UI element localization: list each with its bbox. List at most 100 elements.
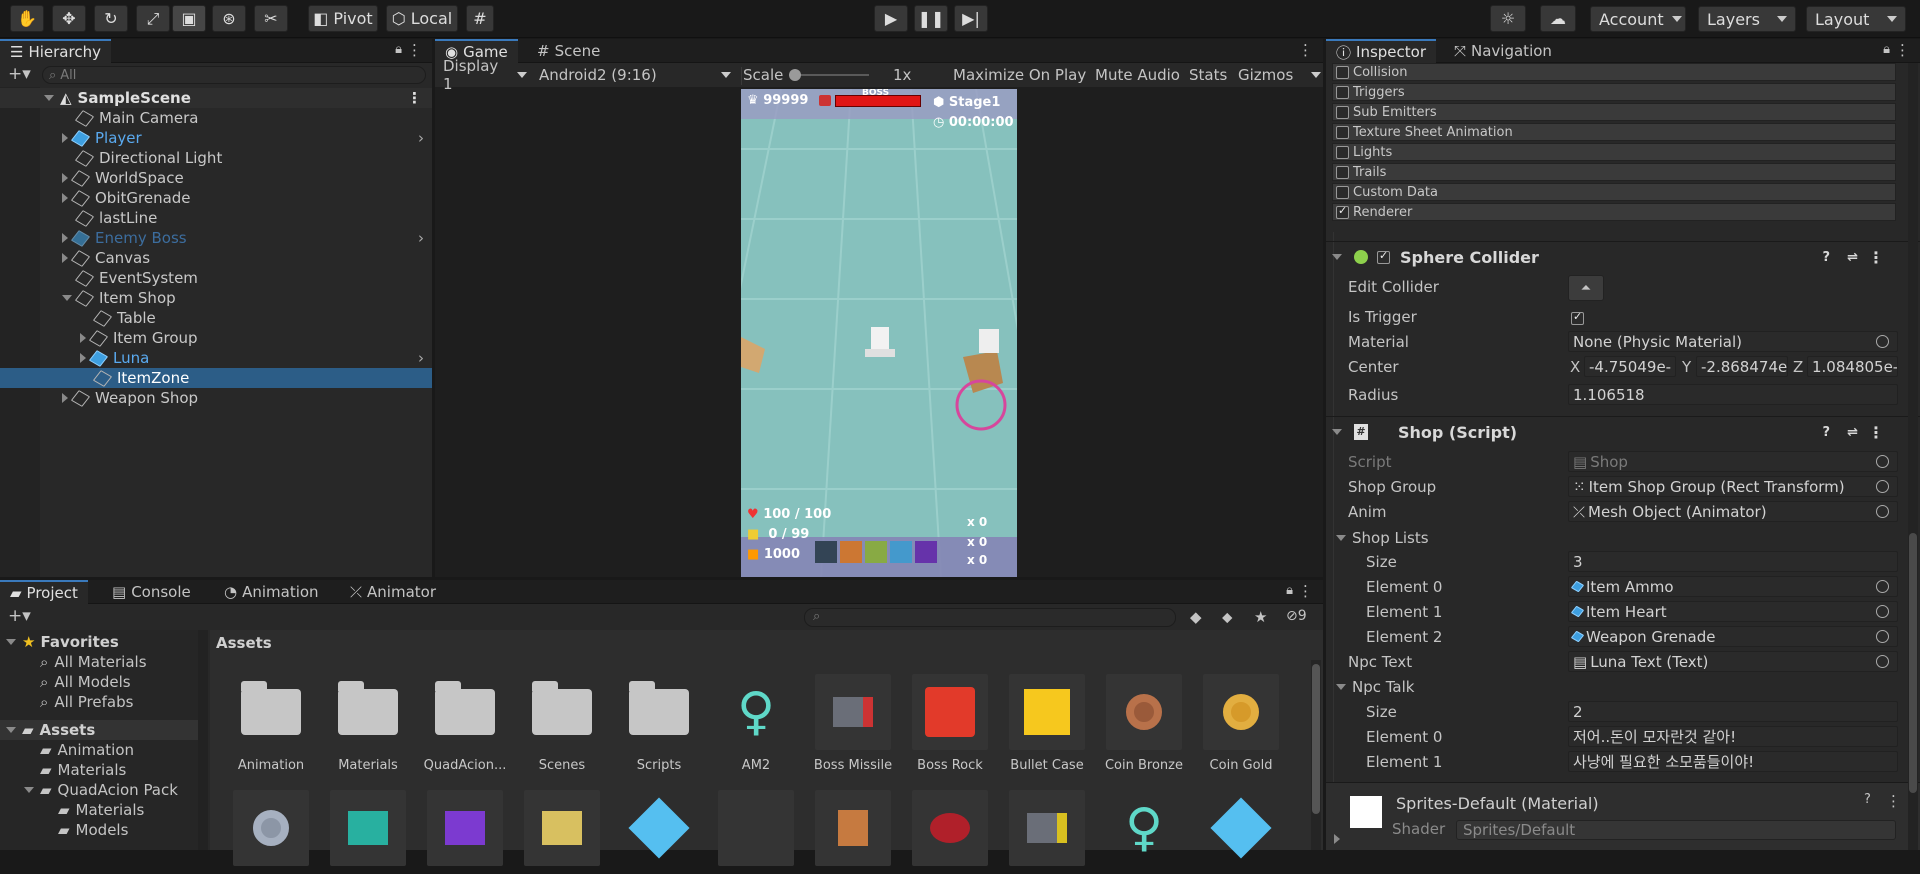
tab-animator[interactable]: ⤫ Animator: [340, 580, 446, 604]
rotate-tool-icon[interactable]: ↻: [94, 5, 128, 32]
pause-button[interactable]: ❚❚: [914, 5, 948, 32]
kebab-menu-icon[interactable]: ⋮: [407, 89, 422, 107]
expand-arrow-icon[interactable]: [1336, 535, 1346, 541]
kebab-menu-icon[interactable]: ⋮: [1886, 792, 1901, 810]
filter-by-type-icon[interactable]: ◆: [1190, 608, 1202, 626]
expand-arrow-icon[interactable]: [6, 639, 16, 645]
module-checkbox[interactable]: [1336, 85, 1349, 99]
hierarchy-item-enemy-boss[interactable]: Enemy Boss ›: [0, 228, 432, 248]
favorite-star-icon[interactable]: ★: [1254, 608, 1267, 626]
sphere-collider-header[interactable]: Sphere Collider ? ⇌ ⋮: [1322, 242, 1900, 272]
expand-arrow-icon[interactable]: [80, 333, 86, 343]
kebab-menu-icon[interactable]: ⋮: [407, 41, 422, 59]
kebab-menu-icon[interactable]: ⋮: [1895, 41, 1910, 59]
module-checkbox[interactable]: [1336, 65, 1349, 79]
hierarchy-item-player[interactable]: Player ›: [0, 128, 432, 148]
scale-slider-track[interactable]: [789, 74, 869, 76]
expand-arrow-icon[interactable]: [62, 193, 68, 203]
talk-element-1-field[interactable]: 사냥에 필요한 소모품들이야!: [1568, 751, 1898, 772]
gizmos-toggle[interactable]: Gizmos: [1238, 66, 1293, 84]
shop-script-header[interactable]: # Shop (Script) ? ⇌ ⋮: [1322, 417, 1900, 447]
weapon-slot[interactable]: [865, 541, 887, 563]
hierarchy-item-worldspace[interactable]: WorldSpace: [0, 168, 432, 188]
help-icon[interactable]: ?: [1822, 425, 1830, 440]
talk-element-0-field[interactable]: 저어..돈이 모자란것 같아!: [1568, 726, 1898, 747]
anim-field[interactable]: ⤫ Mesh Object (Animator): [1568, 501, 1898, 522]
expand-arrow-icon[interactable]: [62, 393, 68, 403]
hierarchy-item-directional-light[interactable]: Directional Light: [0, 148, 432, 168]
move-tool-icon[interactable]: ✥: [52, 5, 86, 32]
aspect-dropdown[interactable]: Android2 (9:16): [535, 64, 735, 85]
play-button[interactable]: ▶: [874, 5, 908, 32]
pivot-button[interactable]: ◧ Pivot: [308, 5, 378, 32]
fav-all-models[interactable]: ⌕ All Models: [40, 672, 131, 692]
chevron-right-icon[interactable]: ›: [418, 349, 424, 367]
preset-icon[interactable]: ⇌: [1847, 250, 1858, 265]
expand-arrow-icon[interactable]: [1332, 254, 1342, 260]
radius-field[interactable]: 1.106518: [1568, 384, 1898, 405]
stats-toggle[interactable]: Stats: [1189, 66, 1227, 84]
maximize-on-play-toggle[interactable]: Maximize On Play: [953, 66, 1086, 84]
object-picker-icon[interactable]: [1876, 505, 1889, 518]
module-checkbox[interactable]: [1336, 105, 1349, 119]
tree-folder-quadacion[interactable]: ▰ QuadAcion Pack: [24, 780, 178, 800]
element-0-field[interactable]: Item Ammo: [1568, 576, 1898, 597]
hierarchy-item-obitgrenade[interactable]: ObitGrenade: [0, 188, 432, 208]
tab-inspector[interactable]: ⓘ Inspector: [1326, 39, 1436, 63]
asset-item[interactable]: [225, 790, 317, 874]
object-picker-icon[interactable]: [1876, 605, 1889, 618]
edit-collider-button[interactable]: ⏶: [1568, 275, 1604, 301]
hierarchy-item-weapon-shop[interactable]: Weapon Shop: [0, 388, 432, 408]
element-2-field[interactable]: Weapon Grenade: [1568, 626, 1898, 647]
tab-animation[interactable]: ◔ Animation: [214, 580, 329, 604]
module-checkbox[interactable]: [1336, 185, 1349, 199]
lock-icon[interactable]: 🔒︎: [1286, 583, 1293, 598]
asset-item[interactable]: Coin Gold: [1195, 674, 1287, 773]
kebab-menu-icon[interactable]: ⋮: [1868, 423, 1884, 442]
layout-dropdown[interactable]: Layout: [1806, 6, 1906, 32]
module-checkbox[interactable]: [1336, 125, 1349, 139]
tab-project[interactable]: ▰ Project: [0, 580, 88, 604]
hierarchy-item-item-group[interactable]: Item Group: [0, 328, 432, 348]
center-z-field[interactable]: 1.084805e-: [1807, 356, 1898, 377]
object-picker-icon[interactable]: [1876, 655, 1889, 668]
asset-item[interactable]: ♀ AM2: [710, 674, 802, 773]
module-texture-sheet-animation[interactable]: Texture Sheet Animation: [1332, 123, 1896, 141]
scale-tool-icon[interactable]: ⤢: [136, 5, 170, 32]
module-collision[interactable]: Collision: [1332, 63, 1896, 81]
label-tag-icon[interactable]: ⬥: [1222, 608, 1233, 626]
hierarchy-item-item-shop[interactable]: Item Shop: [0, 288, 432, 308]
preset-icon[interactable]: ⇌: [1847, 425, 1858, 440]
shop-lists-foldout[interactable]: Shop Lists: [1336, 526, 1906, 550]
element-1-field[interactable]: Item Heart: [1568, 601, 1898, 622]
transform-tool-icon[interactable]: ⊛: [212, 5, 246, 32]
tree-scrollbar[interactable]: [198, 630, 208, 850]
npc-text-field[interactable]: ▤ Luna Text (Text): [1568, 651, 1898, 672]
object-picker-icon[interactable]: [1876, 630, 1889, 643]
module-sub-emitters[interactable]: Sub Emitters: [1332, 103, 1896, 121]
module-trails[interactable]: Trails: [1332, 163, 1896, 181]
expand-arrow-icon[interactable]: [44, 95, 54, 101]
layers-dropdown[interactable]: Layers: [1698, 6, 1796, 32]
cloud-icon[interactable]: ☁: [1540, 5, 1576, 32]
component-enabled-checkbox[interactable]: [1377, 249, 1390, 264]
chevron-down-icon[interactable]: [1311, 72, 1321, 78]
fav-all-materials[interactable]: ⌕ All Materials: [40, 652, 147, 672]
add-icon[interactable]: +▾: [8, 606, 31, 626]
kebab-menu-icon[interactable]: ⋮: [1868, 248, 1884, 267]
mute-audio-toggle[interactable]: Mute Audio: [1095, 66, 1180, 84]
asset-item[interactable]: Boss Missile: [807, 674, 899, 773]
module-checkbox[interactable]: [1336, 165, 1349, 179]
asset-item[interactable]: Scripts: [613, 674, 705, 773]
shop-lists-size-field[interactable]: 3: [1568, 551, 1898, 572]
tab-console[interactable]: ▤ Console: [102, 580, 201, 604]
hierarchy-item-luna[interactable]: Luna ›: [0, 348, 432, 368]
tree-folder-animation[interactable]: ▰ Animation: [40, 740, 134, 760]
chevron-right-icon[interactable]: ›: [418, 229, 424, 247]
object-picker-icon[interactable]: [1876, 335, 1889, 348]
module-checkbox[interactable]: [1336, 145, 1349, 159]
scale-slider-thumb[interactable]: [789, 69, 801, 81]
center-x-field[interactable]: -4.75049e-: [1584, 356, 1676, 377]
asset-item[interactable]: [807, 790, 899, 874]
shader-dropdown[interactable]: Sprites/Default: [1456, 820, 1896, 840]
